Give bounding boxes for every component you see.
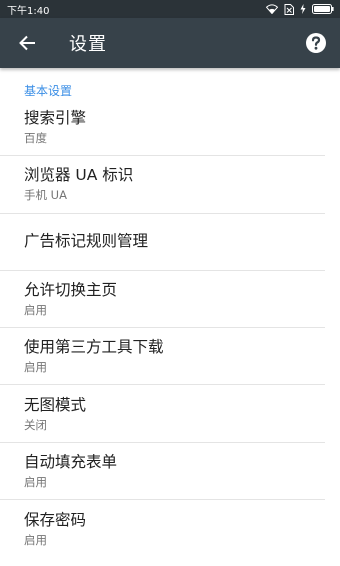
page-title: 设置: [69, 34, 107, 55]
setting-summary: 百度: [24, 131, 47, 146]
setting-summary: 启用: [24, 532, 47, 547]
arrow-left-icon: [19, 35, 35, 51]
app-bar: 设置: [0, 18, 340, 68]
status-bar: 下午1:40: [0, 0, 340, 18]
settings-list: 搜索引擎 百度 浏览器 UA 标识 手机 UA 广告标记规则管理 允许切换主页 …: [0, 99, 340, 557]
setting-third-party-download[interactable]: 使用第三方工具下载 启用: [0, 328, 325, 386]
setting-title: 搜索引擎: [24, 109, 87, 128]
setting-ad-rules[interactable]: 广告标记规则管理: [0, 214, 325, 271]
setting-summary: 手机 UA: [24, 188, 67, 203]
status-time: 下午1:40: [7, 5, 50, 17]
setting-title: 保存密码: [24, 510, 87, 529]
setting-ua[interactable]: 浏览器 UA 标识 手机 UA: [0, 156, 325, 214]
setting-title: 使用第三方工具下载: [24, 338, 164, 357]
setting-title: 浏览器 UA 标识: [24, 166, 134, 185]
charging-icon: [300, 4, 306, 14]
setting-summary: 启用: [24, 303, 47, 318]
battery-icon: [312, 4, 334, 14]
setting-title: 自动填充表单: [24, 452, 118, 471]
help-icon[interactable]: [304, 31, 328, 55]
status-icons: [266, 3, 334, 15]
setting-save-password[interactable]: 保存密码 启用: [0, 500, 325, 557]
setting-summary: 启用: [24, 360, 47, 375]
setting-title: 无图模式: [24, 395, 87, 414]
setting-no-image-mode[interactable]: 无图模式 关闭: [0, 385, 325, 443]
section-header: 基本设置: [24, 84, 73, 98]
setting-summary: 关闭: [24, 417, 47, 432]
setting-autofill-forms[interactable]: 自动填充表单 启用: [0, 443, 325, 501]
setting-title: 广告标记规则管理: [24, 232, 149, 251]
setting-allow-switch-homepage[interactable]: 允许切换主页 启用: [0, 271, 325, 329]
setting-search-engine[interactable]: 搜索引擎 百度: [0, 99, 325, 157]
no-sim-icon: [284, 3, 294, 15]
setting-summary: 启用: [24, 474, 47, 489]
back-button[interactable]: [0, 18, 54, 68]
setting-title: 允许切换主页: [24, 281, 118, 300]
wifi-icon: [266, 4, 278, 14]
